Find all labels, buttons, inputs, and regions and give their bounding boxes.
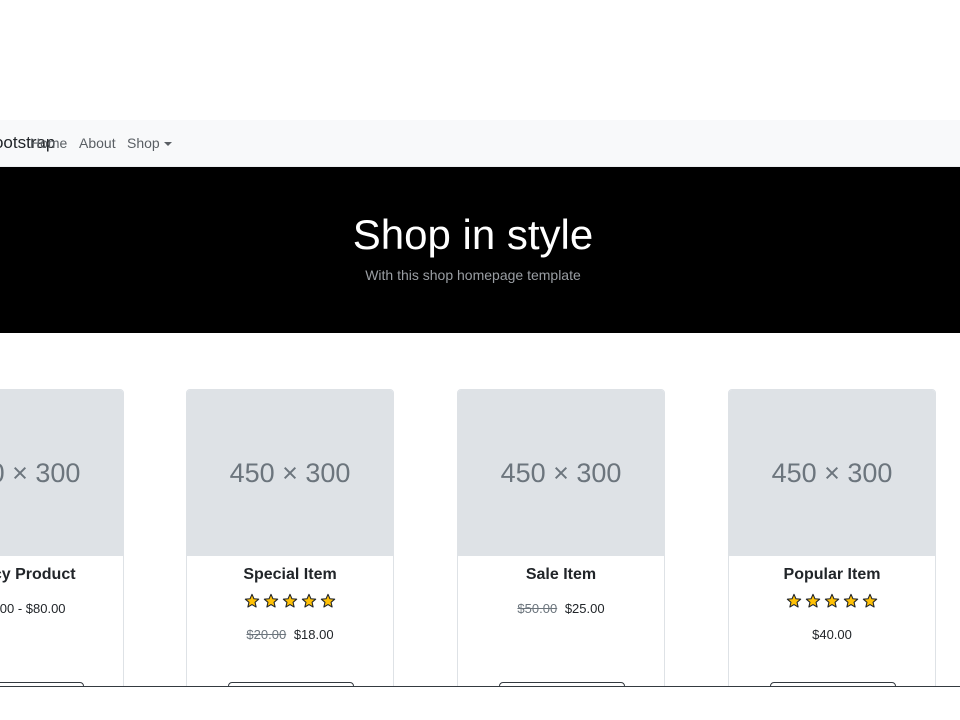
star-icon (244, 593, 260, 608)
product-card: 450 × 300 Fancy Product $40.00 - $80.00 (0, 389, 124, 711)
current-price: $18.00 (293, 627, 334, 642)
hero-header: Shop in style With this shop homepage te… (0, 167, 960, 333)
star-icon (282, 593, 298, 608)
product-name: Sale Item (525, 566, 597, 583)
star-icon (843, 593, 859, 608)
top-blank-area (0, 0, 960, 120)
hero-title: Shop in style (352, 211, 594, 258)
old-price: $20.00 (246, 627, 287, 642)
shop-homepage: Start Bootstrap Home About Shop Shop in … (0, 0, 960, 720)
product-image-placeholder: 450 × 300 (187, 390, 393, 556)
current-price: $40.00 (812, 627, 852, 642)
product-image-placeholder: 450 × 300 (729, 390, 935, 556)
product-card: 450 × 300 Special Item $20.00 $18.00 (186, 389, 394, 711)
star-icon (824, 593, 840, 608)
product-price: $40.00 - $80.00 (0, 601, 123, 616)
product-price: $40.00 (729, 627, 935, 642)
star-icon (320, 593, 336, 608)
navbar: Start Bootstrap Home About Shop (0, 120, 960, 167)
product-name: Popular Item (783, 566, 881, 583)
star-icon (301, 593, 317, 608)
product-image-placeholder: 450 × 300 (0, 390, 123, 556)
nav-link-home[interactable]: Home (30, 135, 67, 151)
product-image-placeholder: 450 × 300 (458, 390, 664, 556)
star-icon (263, 593, 279, 608)
nav-dropdown-shop[interactable]: Shop (127, 135, 172, 151)
product-price: $20.00 $18.00 (187, 627, 393, 642)
old-price: $50.00 (517, 601, 558, 616)
bottom-overlay-bar (0, 686, 960, 720)
product-card: 450 × 300 Popular Item $40.00 (728, 389, 936, 711)
product-name: Special Item (243, 566, 337, 583)
nav-link-about[interactable]: About (79, 135, 116, 151)
product-name: Fancy Product (0, 566, 76, 583)
product-rating (187, 593, 393, 611)
star-icon (862, 593, 878, 608)
hero-subtitle: With this shop homepage template (365, 267, 581, 283)
current-price: $40.00 - $80.00 (0, 601, 66, 616)
chevron-down-icon (163, 142, 172, 146)
product-price: $50.00 $25.00 (458, 601, 664, 616)
star-icon (805, 593, 821, 608)
current-price: $25.00 (564, 601, 605, 616)
product-card: 450 × 300 Sale Item $50.00 $25.00 (457, 389, 665, 711)
star-icon (786, 593, 802, 608)
product-rating (729, 593, 935, 611)
nav-shop-label: Shop (127, 135, 160, 151)
